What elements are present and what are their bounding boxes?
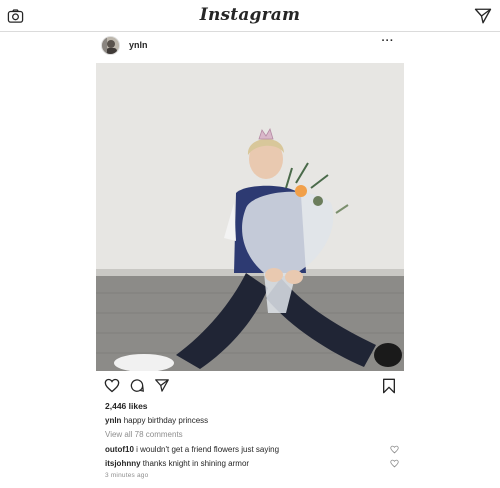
likes-count[interactable]: 2,446 likes bbox=[105, 401, 148, 411]
comment-icon[interactable] bbox=[129, 378, 145, 393]
view-all-comments-link[interactable]: View all 78 comments bbox=[105, 430, 183, 439]
top-nav-bar: Instagram bbox=[0, 0, 500, 32]
post-username[interactable]: ynln bbox=[129, 40, 148, 50]
comment-item: outof10 i wouldn't get a friend flowers … bbox=[105, 445, 279, 454]
more-options-icon[interactable]: ··· bbox=[382, 35, 395, 47]
caption-text: happy birthday princess bbox=[123, 416, 209, 425]
instagram-logo[interactable]: Instagram bbox=[0, 5, 500, 25]
paper-plane-icon[interactable] bbox=[474, 7, 492, 25]
comment-like-heart-icon[interactable] bbox=[390, 459, 399, 468]
post-actions bbox=[96, 376, 404, 396]
bookmark-icon[interactable] bbox=[382, 378, 396, 394]
comment-like-heart-icon[interactable] bbox=[390, 445, 399, 454]
avatar[interactable] bbox=[101, 36, 120, 55]
post-caption: ynln happy birthday princess bbox=[105, 416, 208, 425]
comment-username[interactable]: itsjohnny bbox=[105, 459, 141, 468]
comment-text: thanks knight in shining armor bbox=[142, 459, 250, 468]
post-photo[interactable] bbox=[96, 63, 404, 371]
post-timestamp: 3 minutes ago bbox=[105, 472, 149, 479]
comment-item: itsjohnny thanks knight in shining armor bbox=[105, 459, 249, 468]
share-icon[interactable] bbox=[154, 378, 170, 393]
heart-icon[interactable] bbox=[104, 378, 120, 393]
comment-text: i wouldn't get a friend flowers just say… bbox=[136, 445, 280, 454]
post-header: ynln ··· bbox=[96, 35, 404, 57]
comment-username[interactable]: outof10 bbox=[105, 445, 134, 454]
caption-username[interactable]: ynln bbox=[105, 416, 121, 425]
